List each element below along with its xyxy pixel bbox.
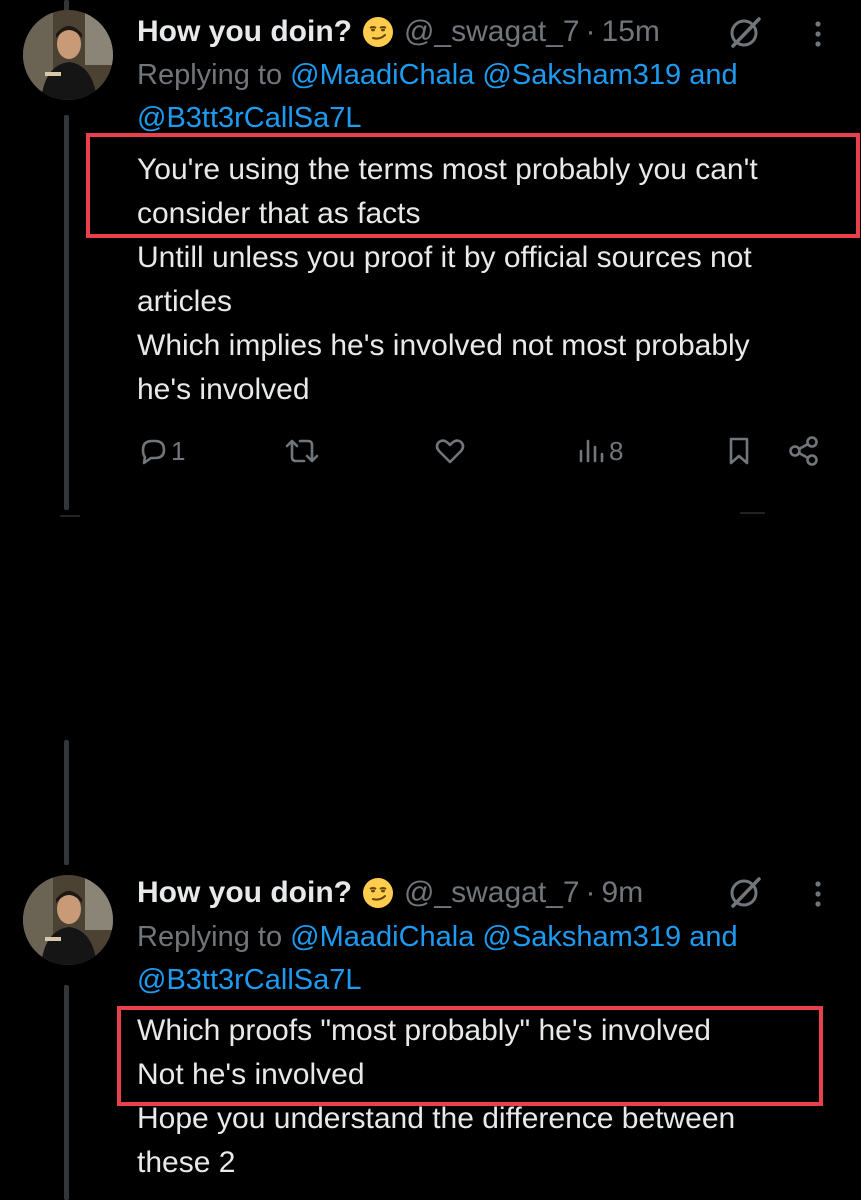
mention-link[interactable]: @Saksham319 <box>482 921 681 953</box>
reply-count: 1 <box>171 435 186 466</box>
grok-icon[interactable] <box>727 874 763 910</box>
share-button[interactable] <box>787 431 821 471</box>
tweet-text: You're using the terms most probably you… <box>137 148 847 412</box>
smirk-emoji-icon <box>362 877 394 909</box>
views-icon <box>579 439 604 463</box>
timestamp[interactable]: 9m <box>602 876 644 910</box>
replying-to-label: Replying to <box>137 59 283 91</box>
divider-speck <box>60 515 80 517</box>
mention-link[interactable]: @B3tt3rCallSa7L <box>137 102 362 134</box>
tweet-header: How you doin? @_swagat_7 · 9m <box>137 873 643 913</box>
mention-and[interactable]: and <box>689 921 737 953</box>
mention-link[interactable]: @MaadiChala <box>290 921 474 953</box>
grok-icon[interactable] <box>727 14 763 50</box>
tweet-text-line: articles <box>137 285 233 318</box>
thread-line-between <box>64 740 69 865</box>
divider-speck <box>740 512 765 514</box>
avatar[interactable] <box>23 10 113 100</box>
reply-button[interactable]: 1 <box>137 431 185 471</box>
tweet-text-line: Untill unless you proof it by official s… <box>137 241 752 274</box>
tweet-text-line: Which implies he's involved not most pro… <box>137 329 750 362</box>
replying-to-label: Replying to <box>137 921 283 953</box>
mention-link[interactable]: @B3tt3rCallSa7L <box>137 964 362 996</box>
separator-dot: · <box>585 15 596 48</box>
like-icon <box>435 439 465 464</box>
display-name[interactable]: How you doin? <box>137 876 352 910</box>
views-button[interactable]: 8 <box>577 431 623 471</box>
tweet-header: How you doin? @_swagat_7 · 15m <box>137 12 660 52</box>
tweet-text-line: Hope you understand the difference betwe… <box>137 1102 736 1135</box>
tweet-text-line: Which proofs "most probably" he's involv… <box>137 1014 711 1047</box>
retweet-icon <box>285 439 319 463</box>
like-button[interactable] <box>433 431 469 471</box>
tweet-text-line: consider that as facts <box>137 197 421 230</box>
tweet-text: Which proofs "most probably" he's involv… <box>137 1009 847 1185</box>
replying-to: Replying to @MaadiChala @Saksham319 and … <box>137 916 837 1002</box>
more-icon[interactable] <box>808 16 828 52</box>
views-count: 8 <box>609 435 624 466</box>
tweet-text-line: You're using the terms most probably you… <box>137 153 758 186</box>
user-handle[interactable]: @_swagat_7 <box>404 15 580 49</box>
thread-line-tweet-2 <box>64 985 69 1200</box>
separator-dot: · <box>585 876 596 909</box>
retweet-button[interactable] <box>283 431 323 471</box>
mention-link[interactable]: @Saksham319 <box>482 59 681 91</box>
tweet-text-line: Not he's involved <box>137 1058 365 1091</box>
thread-line-tweet-1 <box>64 115 69 510</box>
mention-and[interactable]: and <box>689 59 737 91</box>
mention-link[interactable]: @MaadiChala <box>290 59 474 91</box>
bookmark-button[interactable] <box>725 431 753 471</box>
display-name[interactable]: How you doin? <box>137 15 352 49</box>
more-icon[interactable] <box>808 876 828 912</box>
share-icon <box>789 436 818 466</box>
reply-icon <box>141 439 166 465</box>
tweet-text-line: he's involved <box>137 373 310 406</box>
tweet-actions: 1 8 <box>137 431 827 471</box>
bookmark-icon <box>729 437 749 465</box>
timestamp[interactable]: 15m <box>602 15 660 49</box>
tweet-text-line: these 2 <box>137 1146 236 1179</box>
user-handle[interactable]: @_swagat_7 <box>404 876 580 910</box>
avatar[interactable] <box>23 875 113 965</box>
replying-to: Replying to @MaadiChala @Saksham319 and … <box>137 54 837 140</box>
smirk-emoji-icon <box>362 16 394 48</box>
